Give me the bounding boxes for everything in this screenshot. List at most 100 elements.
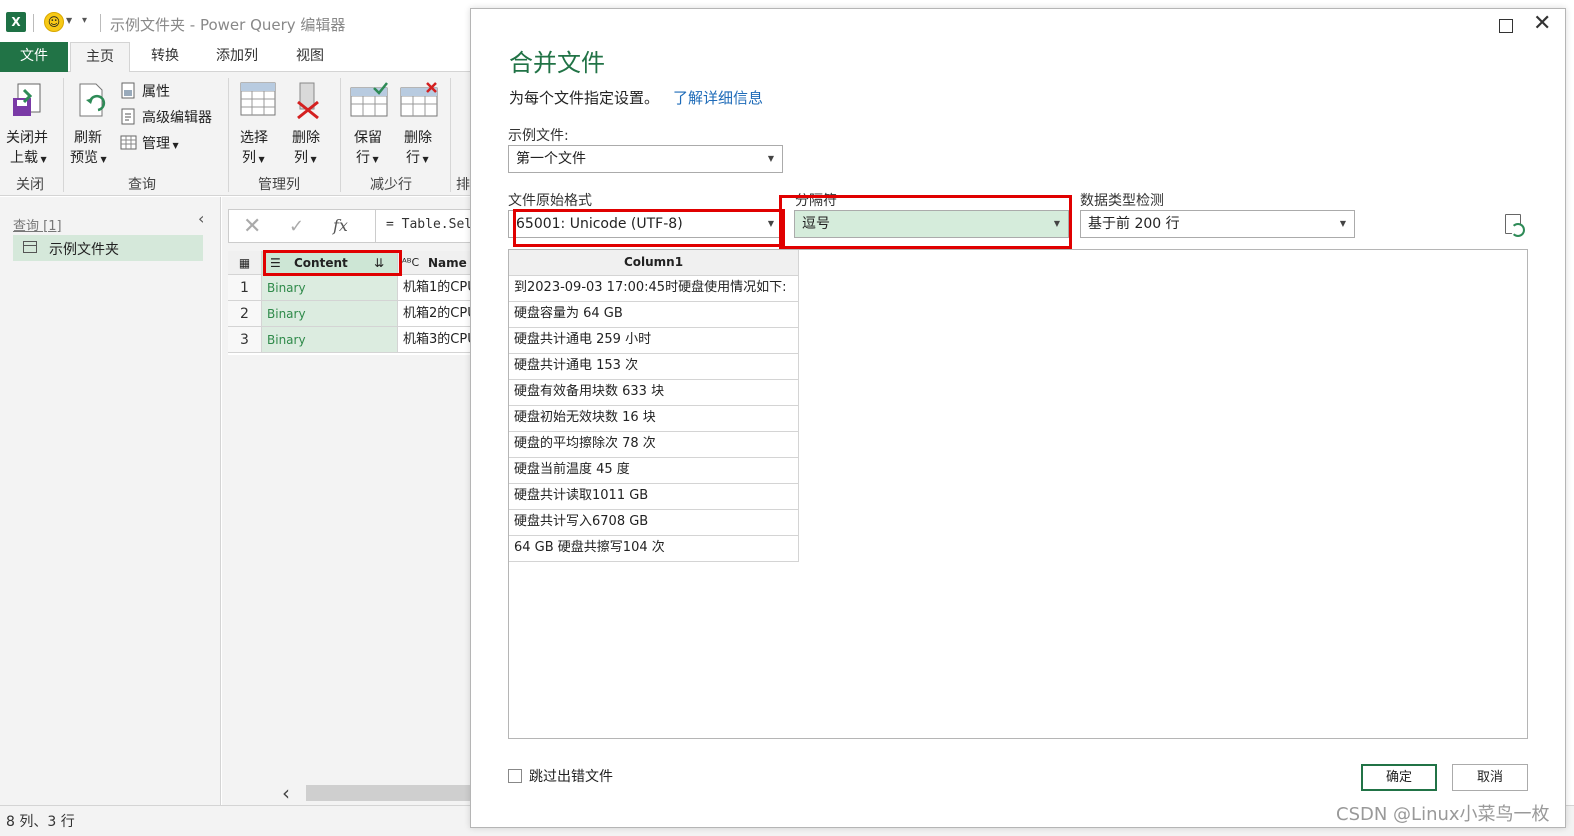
skip-errors-checkbox[interactable] (508, 769, 522, 783)
advanced-editor-button[interactable]: 高级编辑器 (120, 106, 230, 128)
close-load-label-1: 关闭并 (6, 130, 48, 146)
refresh-preview-button[interactable]: 刷新 预览 ▼ (66, 78, 116, 168)
group-label-close: 关闭 (16, 177, 44, 193)
data-type-detection-value: 基于前 200 行 (1088, 216, 1180, 232)
ribbon-divider (450, 78, 451, 192)
collapse-pane-icon[interactable]: ‹ (198, 209, 204, 228)
sample-file-select[interactable]: 第一个文件 ▼ (508, 145, 783, 173)
tab-file[interactable]: 文件 (0, 42, 68, 72)
keep-rows-label-1: 保留 (354, 130, 382, 146)
queries-header: 查询 [1] (13, 219, 62, 234)
preview-column-header[interactable]: Column1 (509, 250, 799, 276)
choose-columns-label-2: 列 (242, 150, 256, 166)
preview-row: 到2023-09-03 17:00:45时硬盘使用情况如下: (509, 276, 799, 302)
remove-columns-label-1: 删除 (292, 130, 320, 146)
cancel-formula-icon[interactable]: ✕ (243, 214, 261, 239)
manage-dropdown-icon: ▼ (170, 141, 179, 150)
close-load-button[interactable]: 关闭并 上载 ▼ (2, 78, 60, 168)
preview-table: Column1 到2023-09-03 17:00:45时硬盘使用情况如下: 硬… (508, 249, 1528, 739)
keep-rows-button[interactable]: 保留 行 ▼ (346, 78, 394, 168)
preview-row: 64 GB 硬盘共擦写104 次 (509, 536, 799, 562)
row-number: 3 (228, 327, 262, 353)
preview-row: 硬盘当前温度 45 度 (509, 458, 799, 484)
scroll-left-icon[interactable]: ‹ (282, 781, 290, 805)
preview-row: 硬盘有效备用块数 633 块 (509, 380, 799, 406)
data-type-detection-label: 数据类型检测 (1080, 193, 1164, 209)
preview-row: 硬盘初始无效块数 16 块 (509, 406, 799, 432)
column-header-name[interactable]: ᴬᴮC Name (398, 251, 478, 275)
tab-add-column[interactable]: 添加列 (202, 42, 272, 72)
remove-rows-button[interactable]: 删除 行 ▼ (396, 78, 444, 168)
excel-logo-icon: X (6, 12, 26, 32)
refresh-preview-icon (79, 83, 106, 117)
queries-pane: 查询 [1] ‹ 示例文件夹 (0, 197, 221, 805)
name-cell[interactable]: 机箱3的CPU (398, 327, 478, 353)
choose-columns-icon (240, 82, 276, 116)
name-cell[interactable]: 机箱2的CPU (398, 301, 478, 327)
advanced-editor-label: 高级编辑器 (142, 110, 212, 126)
properties-button[interactable]: 属性 (120, 80, 220, 102)
choose-columns-button[interactable]: 选择 列 ▼ (234, 78, 284, 168)
properties-label: 属性 (142, 84, 170, 100)
file-origin-highlight (513, 209, 785, 247)
ribbon-tabs: 文件 主页 转换 添加列 视图 (0, 42, 470, 72)
feedback-dropdown-icon[interactable]: ▼ (66, 16, 72, 25)
binary-cell[interactable]: Binary (262, 301, 398, 327)
name-cell[interactable]: 机箱1的CPU (398, 275, 478, 301)
sample-file-label: 示例文件: (508, 128, 569, 144)
fx-icon[interactable]: fx (333, 216, 348, 235)
binary-cell[interactable]: Binary (262, 275, 398, 301)
tab-home[interactable]: 主页 (70, 42, 130, 72)
formula-input[interactable]: = Table.SelectRows (375, 210, 475, 242)
data-preview-area: ✕ ✓ fx = Table.SelectRows ▦ ☰ Content ⇊ … (222, 197, 478, 805)
refresh-preview-label-2: 预览 (70, 150, 98, 166)
confirm-formula-icon[interactable]: ✓ (289, 216, 304, 237)
refresh-icon[interactable] (1505, 214, 1525, 237)
keep-rows-dropdown-icon: ▼ (370, 155, 379, 164)
group-label-query: 查询 (128, 177, 156, 193)
binary-cell[interactable]: Binary (262, 327, 398, 353)
remove-columns-label-2: 列 (294, 150, 308, 166)
manage-button[interactable]: 管理 ▼ (120, 132, 220, 154)
manage-table-icon (120, 135, 137, 150)
keep-rows-label-2: 行 (356, 150, 370, 166)
table-icon (23, 241, 37, 253)
properties-icon (121, 82, 135, 99)
chevron-down-icon: ▼ (1339, 219, 1346, 228)
status-text: 8 列、3 行 (6, 814, 75, 830)
preview-row: 硬盘共计通电 259 小时 (509, 328, 799, 354)
learn-more-link[interactable]: 了解详细信息 (673, 87, 763, 108)
query-list-item[interactable]: 示例文件夹 (13, 235, 203, 261)
quick-access-customize-icon[interactable]: ▾ (82, 15, 87, 26)
horizontal-scrollbar[interactable]: ‹ (264, 781, 476, 805)
manage-label: 管理 (142, 136, 170, 152)
window-title: 示例文件夹 - Power Query 编辑器 (110, 16, 346, 34)
keep-rows-icon (350, 82, 388, 117)
scrollbar-thumb[interactable] (306, 785, 476, 801)
smiley-feedback-icon[interactable]: ☺ (44, 12, 64, 32)
data-type-detection-select[interactable]: 基于前 200 行 ▼ (1080, 210, 1355, 238)
dialog-title: 合并文件 (509, 49, 605, 77)
close-load-dropdown-icon: ▼ (38, 155, 47, 164)
preview-row: 硬盘共计读取1011 GB (509, 484, 799, 510)
remove-columns-button[interactable]: 删除 列 ▼ (286, 78, 332, 168)
close-icon[interactable]: ✕ (1533, 11, 1551, 36)
ribbon: 关闭并 上载 ▼ 关闭 刷新 预览 ▼ 属性 高级编辑器 管理 ▼ 查询 选择 … (0, 72, 470, 196)
cancel-button[interactable]: 取消 (1452, 764, 1528, 791)
ribbon-divider (63, 78, 64, 192)
formula-bar: ✕ ✓ fx = Table.SelectRows (228, 209, 475, 243)
maximize-icon[interactable] (1499, 19, 1513, 33)
skip-errors-label[interactable]: 跳过出错文件 (529, 766, 613, 786)
remove-rows-icon (400, 82, 438, 117)
table-menu-icon[interactable]: ▦ (228, 251, 262, 275)
close-load-icon (13, 83, 41, 116)
tab-view[interactable]: 视图 (280, 42, 340, 72)
preview-row: 硬盘的平均擦除次 78 次 (509, 432, 799, 458)
row-number: 2 (228, 301, 262, 327)
file-origin-label: 文件原始格式 (508, 193, 592, 209)
tab-transform[interactable]: 转换 (134, 42, 196, 72)
group-label-manage-columns: 管理列 (258, 177, 300, 193)
ok-button[interactable]: 确定 (1361, 764, 1437, 791)
toolbar-divider (33, 14, 34, 32)
combine-files-dialog: ✕ 合并文件 为每个文件指定设置。 了解详细信息 示例文件: 第一个文件 ▼ 文… (470, 8, 1566, 828)
